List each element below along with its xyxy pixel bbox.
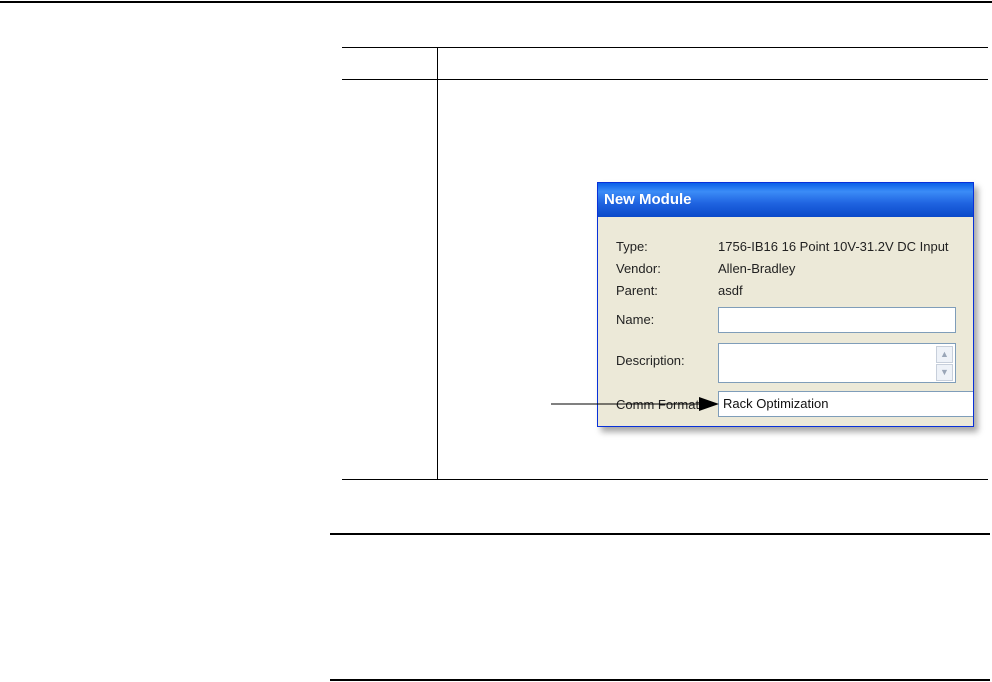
name-field[interactable] [718, 307, 956, 333]
description-field[interactable]: ▲ ▼ [718, 343, 956, 383]
vendor-label: Vendor: [616, 261, 661, 276]
dialog-title: New Module [598, 183, 973, 217]
scroll-down-icon[interactable]: ▼ [936, 364, 953, 381]
scroll-up-icon[interactable]: ▲ [936, 346, 953, 363]
table-header-divider [342, 79, 988, 80]
table-column-divider [437, 47, 438, 480]
type-value: 1756-IB16 16 Point 10V-31.2V DC Input [718, 239, 949, 254]
vendor-value: Allen-Bradley [718, 261, 796, 276]
page-top-rule [0, 1, 992, 3]
name-label: Name: [616, 312, 655, 327]
description-label: Description: [616, 353, 685, 368]
new-module-dialog: New Module Type: 1756-IB16 16 Point 10V-… [597, 182, 974, 427]
callout-arrow-icon [551, 397, 719, 411]
note-bottom-rule [330, 679, 990, 681]
parent-value: asdf [718, 283, 743, 298]
parent-label: Parent: [616, 283, 658, 298]
table-bottom-border [342, 479, 988, 480]
comm-format-field[interactable]: Rack Optimization [718, 391, 973, 417]
note-top-rule [330, 533, 990, 535]
table-top-border [342, 47, 988, 48]
type-label: Type: [616, 239, 648, 254]
